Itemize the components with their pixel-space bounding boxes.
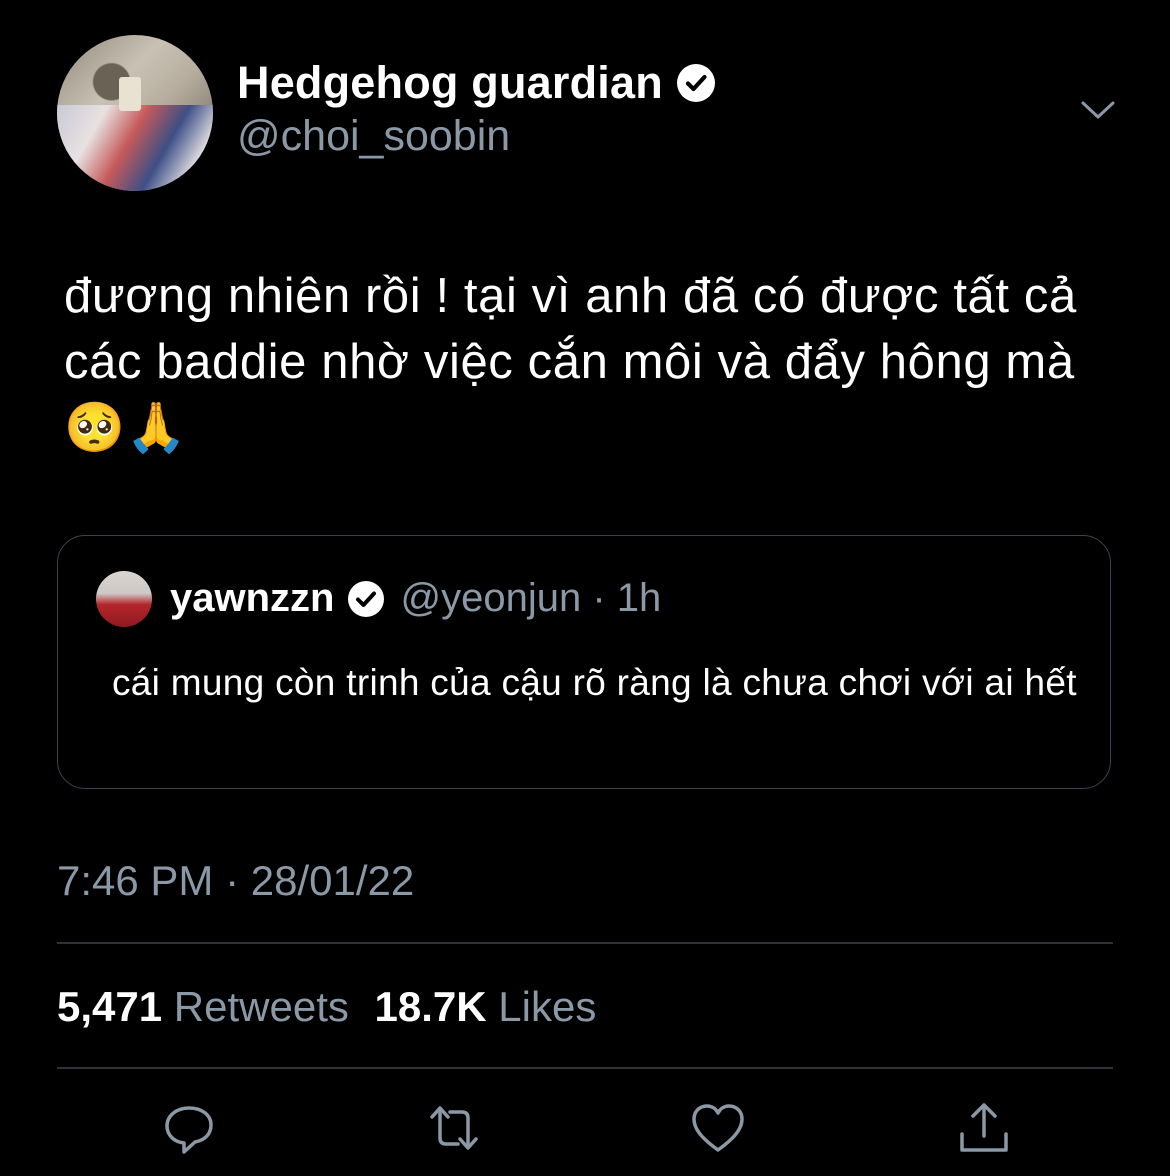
author-handle[interactable]: @choi_soobin bbox=[237, 112, 510, 161]
quoted-author-avatar[interactable] bbox=[96, 571, 152, 627]
quoted-verified-badge-icon bbox=[348, 580, 385, 617]
author-avatar[interactable] bbox=[57, 35, 213, 191]
tweet-text: đương nhiên rồi ! tại vì anh đã có được … bbox=[64, 269, 1077, 455]
retweet-icon[interactable] bbox=[426, 1100, 482, 1156]
retweets-count[interactable]: 5,471 bbox=[57, 983, 162, 1030]
likes-count[interactable]: 18.7K bbox=[375, 983, 487, 1030]
chevron-down-icon[interactable] bbox=[1078, 95, 1118, 125]
tweet-timestamp: 7:46 PM · 28/01/22 bbox=[57, 857, 415, 904]
reply-icon[interactable] bbox=[161, 1100, 217, 1156]
quoted-tweet[interactable]: yawnzzn @yeonjun · 1h cái mung còn trinh… bbox=[57, 535, 1111, 789]
tweet-stats: 5,471 Retweets 18.7K Likes bbox=[57, 983, 610, 1031]
quoted-header: yawnzzn @yeonjun · 1h bbox=[170, 576, 661, 621]
quoted-display-name: yawnzzn bbox=[170, 576, 335, 620]
author-name-row: Hedgehog guardian bbox=[237, 57, 715, 109]
quoted-handle-time: @yeonjun · 1h bbox=[400, 576, 662, 620]
divider bbox=[57, 942, 1113, 944]
share-icon[interactable] bbox=[956, 1100, 1012, 1156]
heart-icon[interactable] bbox=[690, 1100, 746, 1156]
likes-label[interactable]: Likes bbox=[498, 983, 596, 1030]
quoted-text: cái mung còn trinh của cậu rõ ràng là ch… bbox=[112, 662, 1077, 703]
avatar-phone bbox=[119, 77, 141, 111]
tweet-actions bbox=[0, 1100, 1170, 1160]
retweets-label[interactable]: Retweets bbox=[174, 983, 349, 1030]
author-display-name[interactable]: Hedgehog guardian bbox=[237, 57, 663, 109]
verified-badge-icon bbox=[676, 64, 715, 102]
avatar-shirt bbox=[57, 105, 213, 191]
divider bbox=[57, 1067, 1113, 1069]
